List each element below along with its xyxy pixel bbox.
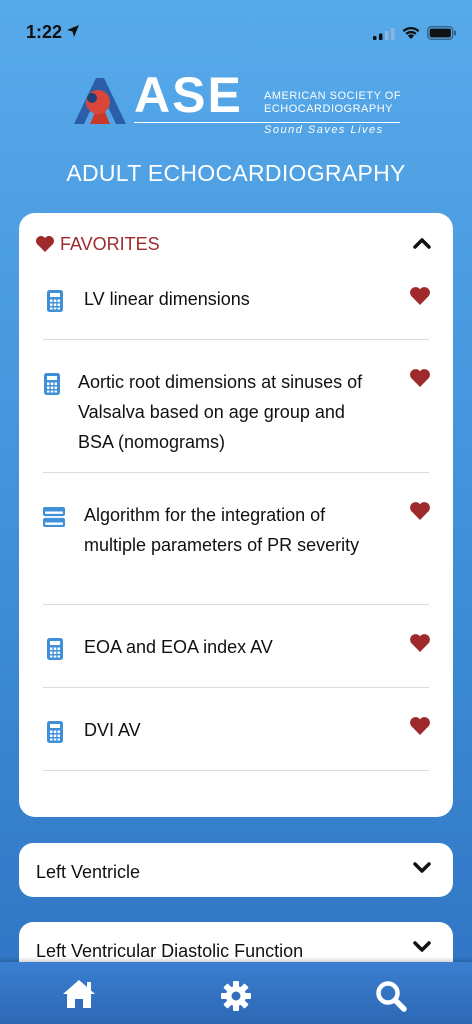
section-label: Left Ventricular Diastolic Function xyxy=(36,941,304,961)
tab-bar xyxy=(0,962,472,1024)
heart-icon[interactable] xyxy=(409,286,431,306)
status-time: 1:22 xyxy=(26,22,63,42)
favorites-header[interactable]: FAVORITES xyxy=(35,233,437,257)
search-icon[interactable] xyxy=(375,980,407,1012)
favorite-item-label: LV linear dimensions xyxy=(84,289,250,309)
logo-acronym: ASE xyxy=(134,67,243,123)
favorite-item-label: Aortic root dimensions at sinuses of Val… xyxy=(78,372,363,452)
favorites-card: FAVORITES LV linear dimensions Aortic ro… xyxy=(19,213,453,817)
home-icon[interactable] xyxy=(61,978,97,1010)
favorite-item-label: DVI AV xyxy=(84,720,141,740)
favorite-item[interactable]: DVI AV xyxy=(43,688,431,771)
heart-icon xyxy=(36,236,54,252)
favorite-item[interactable]: EOA and EOA index AV xyxy=(43,605,431,688)
favorite-item[interactable]: Aortic root dimensions at sinuses of Val… xyxy=(43,340,431,473)
section-label: Left Ventricle xyxy=(36,862,141,882)
favorite-item[interactable]: LV linear dimensions xyxy=(43,273,431,340)
page-title: ADULT ECHOCARDIOGRAPHY xyxy=(66,160,406,186)
logo-divider xyxy=(134,122,400,123)
logo-tagline: Sound Saves Lives xyxy=(264,124,384,136)
logo-org-line2: ECHOCARDIOGRAPHY xyxy=(264,103,394,115)
cellular-signal-icon xyxy=(373,28,395,40)
logo-org-line1: AMERICAN SOCIETY OF xyxy=(264,90,402,102)
section-left-ventricle[interactable]: Left Ventricle xyxy=(19,843,453,897)
calculator-icon xyxy=(44,373,60,395)
heart-icon[interactable] xyxy=(409,501,431,521)
chevron-up-icon[interactable] xyxy=(413,237,431,249)
status-bar: 1:22 xyxy=(0,0,472,60)
favorite-item-label: EOA and EOA index AV xyxy=(84,637,273,657)
gear-icon[interactable] xyxy=(220,980,252,1012)
chevron-down-icon[interactable] xyxy=(413,861,431,873)
favorites-title: FAVORITES xyxy=(60,234,160,254)
ase-logo: ASE AMERICAN SOCIETY OF ECHOCARDIOGRAPHY… xyxy=(70,67,410,142)
chevron-down-icon[interactable] xyxy=(413,940,431,952)
heart-icon[interactable] xyxy=(409,633,431,653)
heart-icon[interactable] xyxy=(409,368,431,388)
logo-org-name: AMERICAN SOCIETY OF ECHOCARDIOGRAPHY xyxy=(264,90,401,116)
favorite-item[interactable]: Algorithm for the integration of multipl… xyxy=(43,473,431,605)
wifi-icon xyxy=(402,26,420,39)
calculator-icon xyxy=(47,721,63,743)
location-arrow-icon xyxy=(67,25,79,37)
algorithm-icon xyxy=(43,507,65,527)
calculator-icon xyxy=(47,290,63,312)
favorite-item-label: Algorithm for the integration of multipl… xyxy=(84,505,360,555)
ase-heart-logo-icon xyxy=(74,78,126,124)
battery-icon xyxy=(427,26,456,40)
heart-icon[interactable] xyxy=(409,716,431,736)
calculator-icon xyxy=(47,638,63,660)
